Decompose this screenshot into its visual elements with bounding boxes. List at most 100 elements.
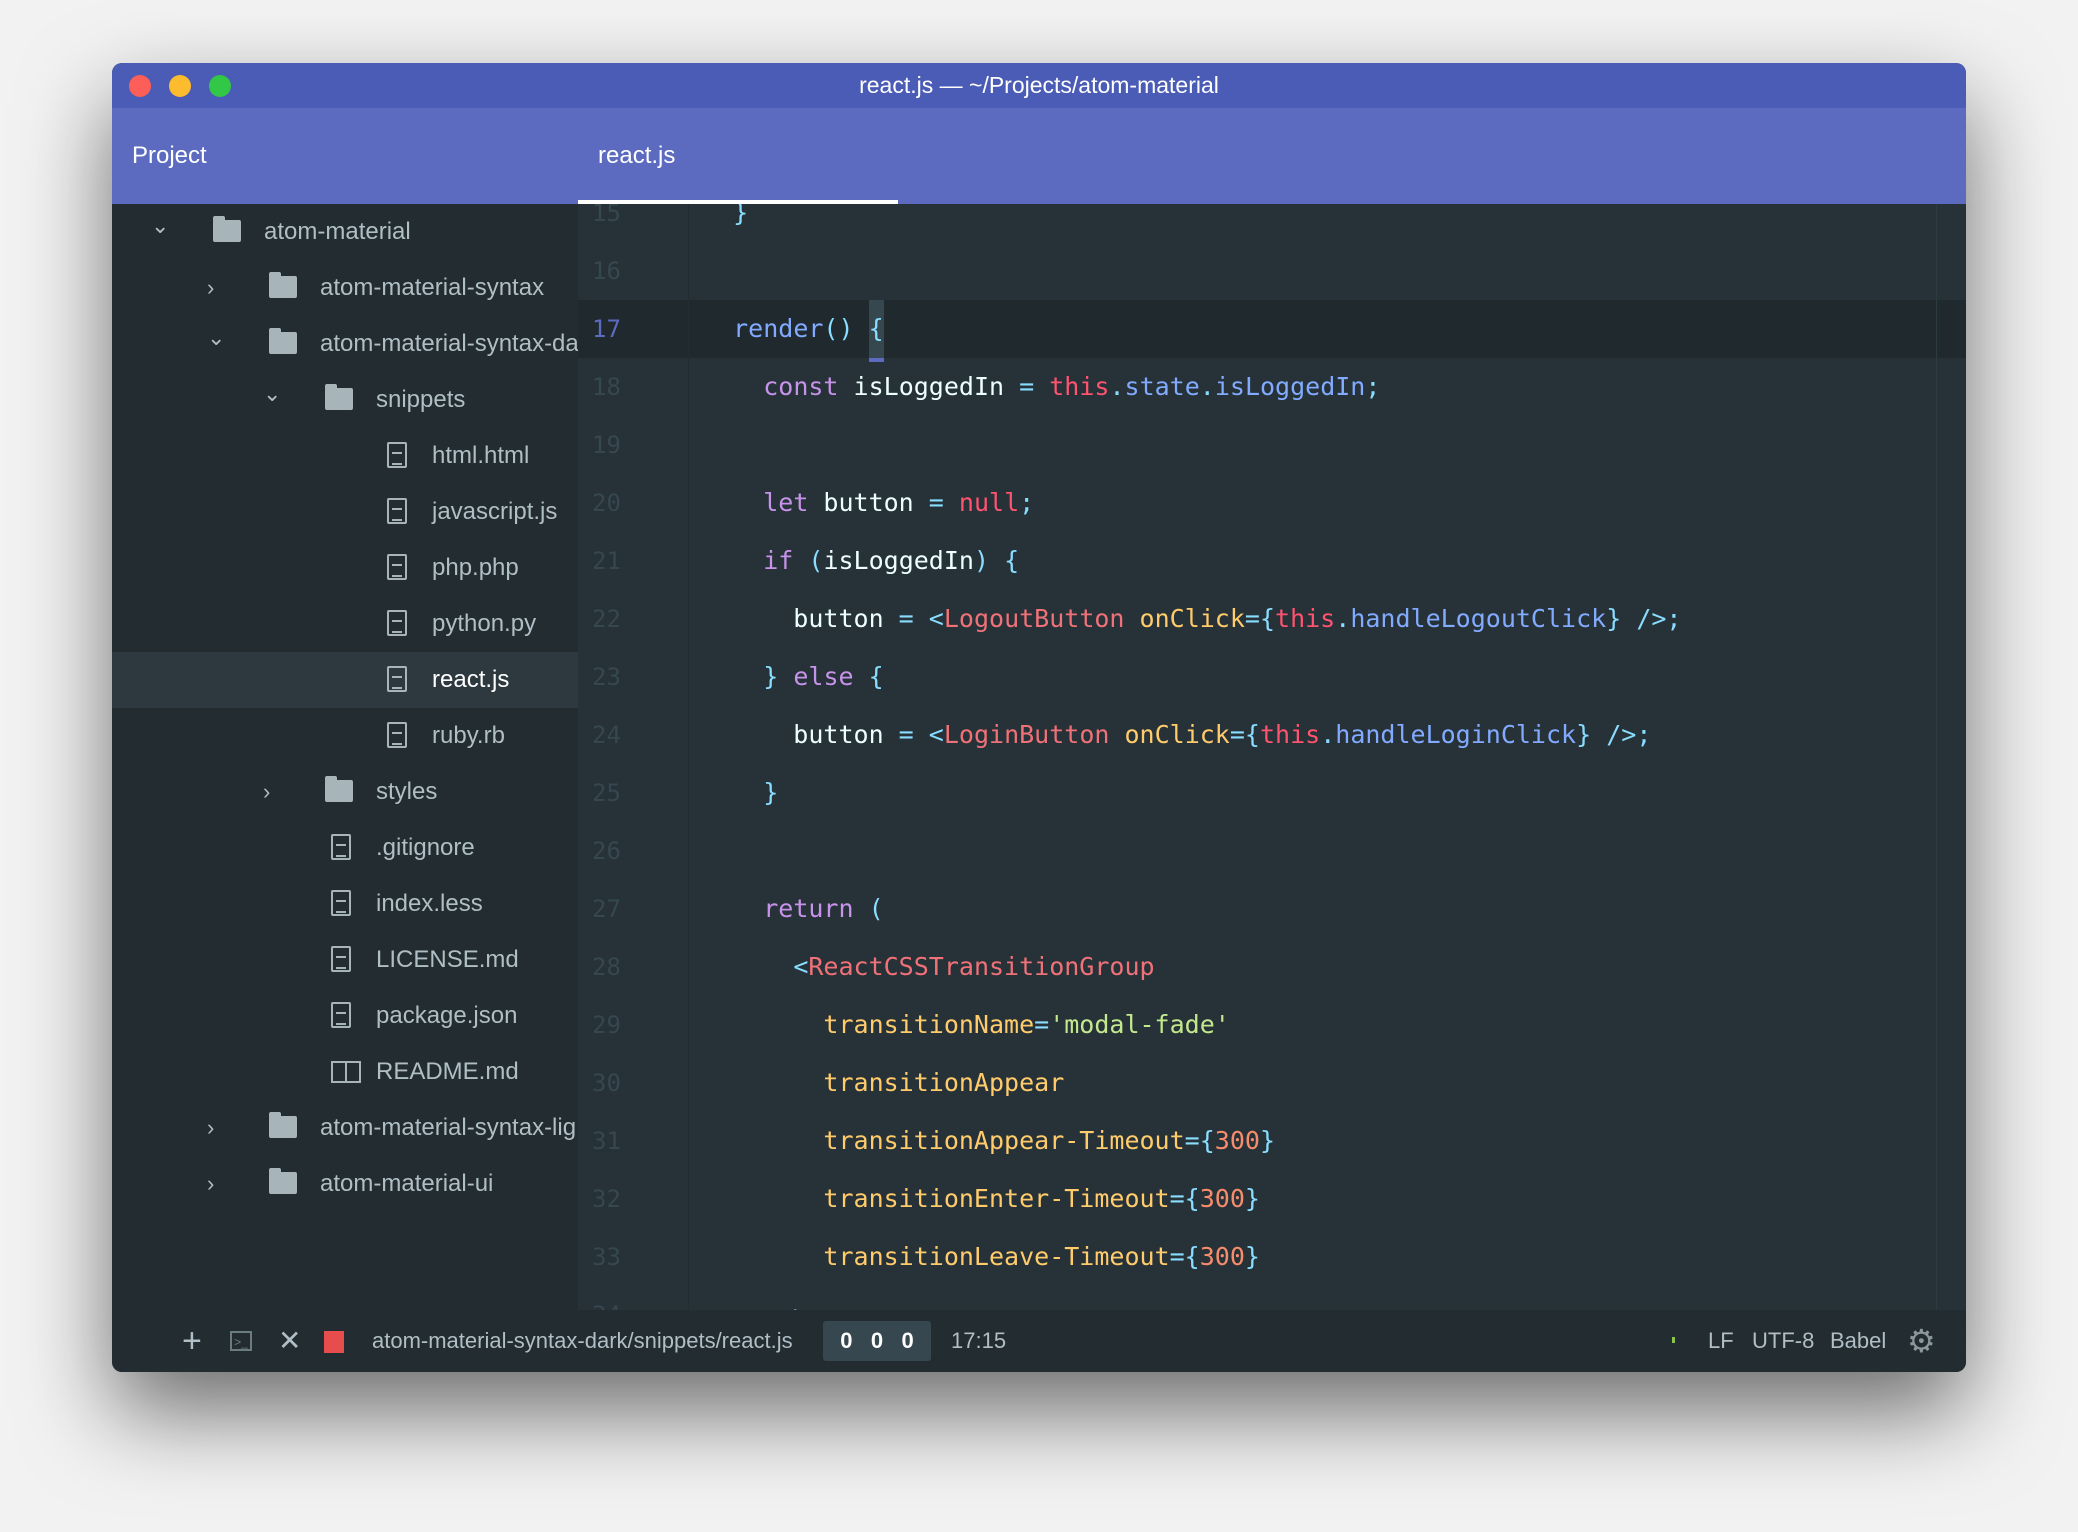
code-token: . [1335,604,1351,633]
code-token: { [1004,546,1020,575]
tab-bar: Project react.js [112,108,1966,204]
code-text: > [703,1286,808,1310]
code-token: let [763,488,809,517]
code-line[interactable]: 30 transitionAppear [578,1054,1966,1112]
terminal-icon[interactable]: >_ [230,1331,252,1351]
minimize-button[interactable] [169,75,191,97]
code-token: else [793,662,854,691]
code-token: onClick [1139,604,1245,633]
chevron-right-icon[interactable]: › [207,1100,214,1156]
folder-icon [269,1168,297,1194]
tree-item[interactable]: › atom-material-ui [112,1156,578,1212]
chevron-down-icon[interactable]: ⌄ [263,372,281,416]
code-token: } [733,204,749,227]
tree-item[interactable]: ⌄ atom-material-syntax-da [112,316,578,372]
line-number: 18 [592,373,621,401]
tree-item[interactable]: javascript.js [112,484,578,540]
tree-item-label: atom-material-syntax [320,274,545,301]
add-icon[interactable]: + [182,1310,202,1372]
project-tree: ⌄ atom-material › atom-material-syntax ⌄ atom… [112,204,578,1310]
chevron-down-icon[interactable]: ⌄ [207,316,225,360]
tree-item[interactable]: LICENSE.md [112,932,578,988]
tree-item[interactable]: index.less [112,876,578,932]
code-token: = [1244,604,1260,633]
tree-item[interactable]: package.json [112,988,578,1044]
tree-item[interactable]: › atom-material-syntax [112,260,578,316]
code-line[interactable]: 16 [578,242,1966,300]
code-line[interactable]: 21 if (isLoggedIn) { [578,532,1966,590]
tree-item[interactable]: › atom-material-syntax-lig [112,1100,578,1156]
code-editor[interactable]: 15 } 16 17 render() {18 const isLoggedIn =… [578,204,1966,1310]
tree-item[interactable]: ⌄ atom-material [112,204,578,260]
code-text: let button = null; [703,474,1034,532]
tree-item[interactable]: html.html [112,428,578,484]
tree-item[interactable]: ruby.rb [112,708,578,764]
tab-react-js[interactable]: react.js [578,108,898,204]
git-counters[interactable]: 0 0 0 [823,1321,931,1361]
code-token: transitionAppear [823,1068,1065,1097]
code-token: this [1049,372,1110,401]
code-token: ReactCSSTransitionGroup [808,952,1155,981]
line-number: 34 [578,1286,690,1310]
code-line[interactable]: 34 > [578,1286,1966,1310]
code-token: < [928,720,944,749]
maximize-button[interactable] [209,75,231,97]
gear-icon[interactable]: ⚙ [1907,1310,1936,1372]
code-line[interactable]: 17 render() { [578,300,1966,362]
chevron-right-icon[interactable]: › [207,1156,214,1212]
code-line[interactable]: 31 transitionAppear-Timeout={300} [578,1112,1966,1170]
code-token: 300 [1199,1184,1245,1213]
cursor-position[interactable]: 17:15 [951,1310,1006,1372]
code-line[interactable]: 23 } else { [578,648,1966,706]
code-line[interactable]: 22 button = <LogoutButton onClick={this.… [578,590,1966,648]
tree-item[interactable]: php.php [112,540,578,596]
encoding[interactable]: UTF-8 [1752,1310,1814,1372]
code-token: if [763,546,794,575]
chevron-right-icon[interactable]: › [263,764,270,820]
code-token: ( [868,894,884,923]
chevron-down-icon[interactable]: ⌄ [151,204,169,248]
tree-item[interactable]: react.js [112,652,578,708]
tree-item-label: ruby.rb [432,722,505,749]
code-token: null [958,488,1020,517]
code-line[interactable]: 25 } [578,764,1966,822]
code-line[interactable]: 27 return ( [578,880,1966,938]
code-token: 300 [1199,1242,1245,1271]
chevron-right-icon[interactable]: › [207,260,214,316]
tree-item[interactable]: python.py [112,596,578,652]
code-line[interactable]: 15 } [578,204,1966,242]
code-line[interactable]: 19 [578,416,1966,474]
code-line[interactable]: 28 <ReactCSSTransitionGroup [578,938,1966,996]
tree-item[interactable]: › styles [112,764,578,820]
line-ending[interactable]: LF [1708,1310,1734,1372]
close-x-icon[interactable]: ✕ [278,1310,301,1372]
code-line[interactable]: 26 [578,822,1966,880]
code-token: = [1184,1126,1200,1155]
code-token: > [793,1300,808,1310]
code-token: ; [1365,372,1381,401]
tree-item[interactable]: README.md [112,1044,578,1100]
file-path[interactable]: atom-material-syntax-dark/snippets/react… [372,1310,793,1372]
code-line[interactable]: 32 transitionEnter-Timeout={300} [578,1170,1966,1228]
code-line[interactable]: 33 transitionLeave-Timeout={300} [578,1228,1966,1286]
tree-item[interactable]: .gitignore [112,820,578,876]
tree-item-label: python.py [432,610,537,637]
code-token: render [733,314,824,343]
file-icon [331,946,351,972]
code-line[interactable]: 24 button = <LoginButton onClick={this.h… [578,706,1966,764]
linter-error-icon[interactable] [324,1331,344,1353]
code-line[interactable]: 18 const isLoggedIn = this.state.isLogge… [578,358,1966,416]
code-token: { [1184,1242,1200,1271]
grammar[interactable]: Babel [1830,1310,1886,1372]
tree-item[interactable]: ⌄ snippets [112,372,578,428]
code-line[interactable]: 29 transitionName='modal-fade' [578,996,1966,1054]
close-button[interactable] [129,75,151,97]
code-line[interactable]: 20 let button = null; [578,474,1966,532]
file-icon [387,610,407,636]
